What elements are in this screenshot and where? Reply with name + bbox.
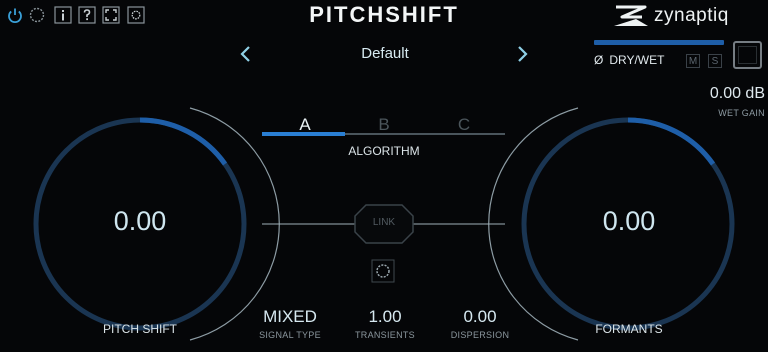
transients-value[interactable]: 1.00 <box>340 307 430 327</box>
pitch-shift-value[interactable]: 0.00 <box>80 206 200 237</box>
formants-value[interactable]: 0.00 <box>569 206 689 237</box>
formants-label: FORMANTS <box>595 322 663 336</box>
transients-label: TRANSIENTS <box>354 330 415 340</box>
link-button[interactable]: LINK <box>357 217 411 228</box>
algorithm-option-c[interactable]: C <box>449 115 479 135</box>
signal-type-label: SIGNAL TYPE <box>259 330 321 340</box>
dispersion-label: DISPERSION <box>450 330 510 340</box>
algorithm-option-b[interactable]: B <box>369 115 399 135</box>
signal-type-value[interactable]: MIXED <box>245 307 335 327</box>
main-graphics <box>33 107 735 341</box>
dispersion-value[interactable]: 0.00 <box>435 307 525 327</box>
formants-indicator <box>627 117 716 166</box>
pitch-shift-label: PITCH SHIFT <box>103 322 177 336</box>
algorithm-option-a[interactable]: A <box>290 115 320 135</box>
algorithm-label: ALGORITHM <box>348 144 420 158</box>
pitch-shift-indicator <box>139 117 228 166</box>
link-settings-icon <box>371 259 395 283</box>
